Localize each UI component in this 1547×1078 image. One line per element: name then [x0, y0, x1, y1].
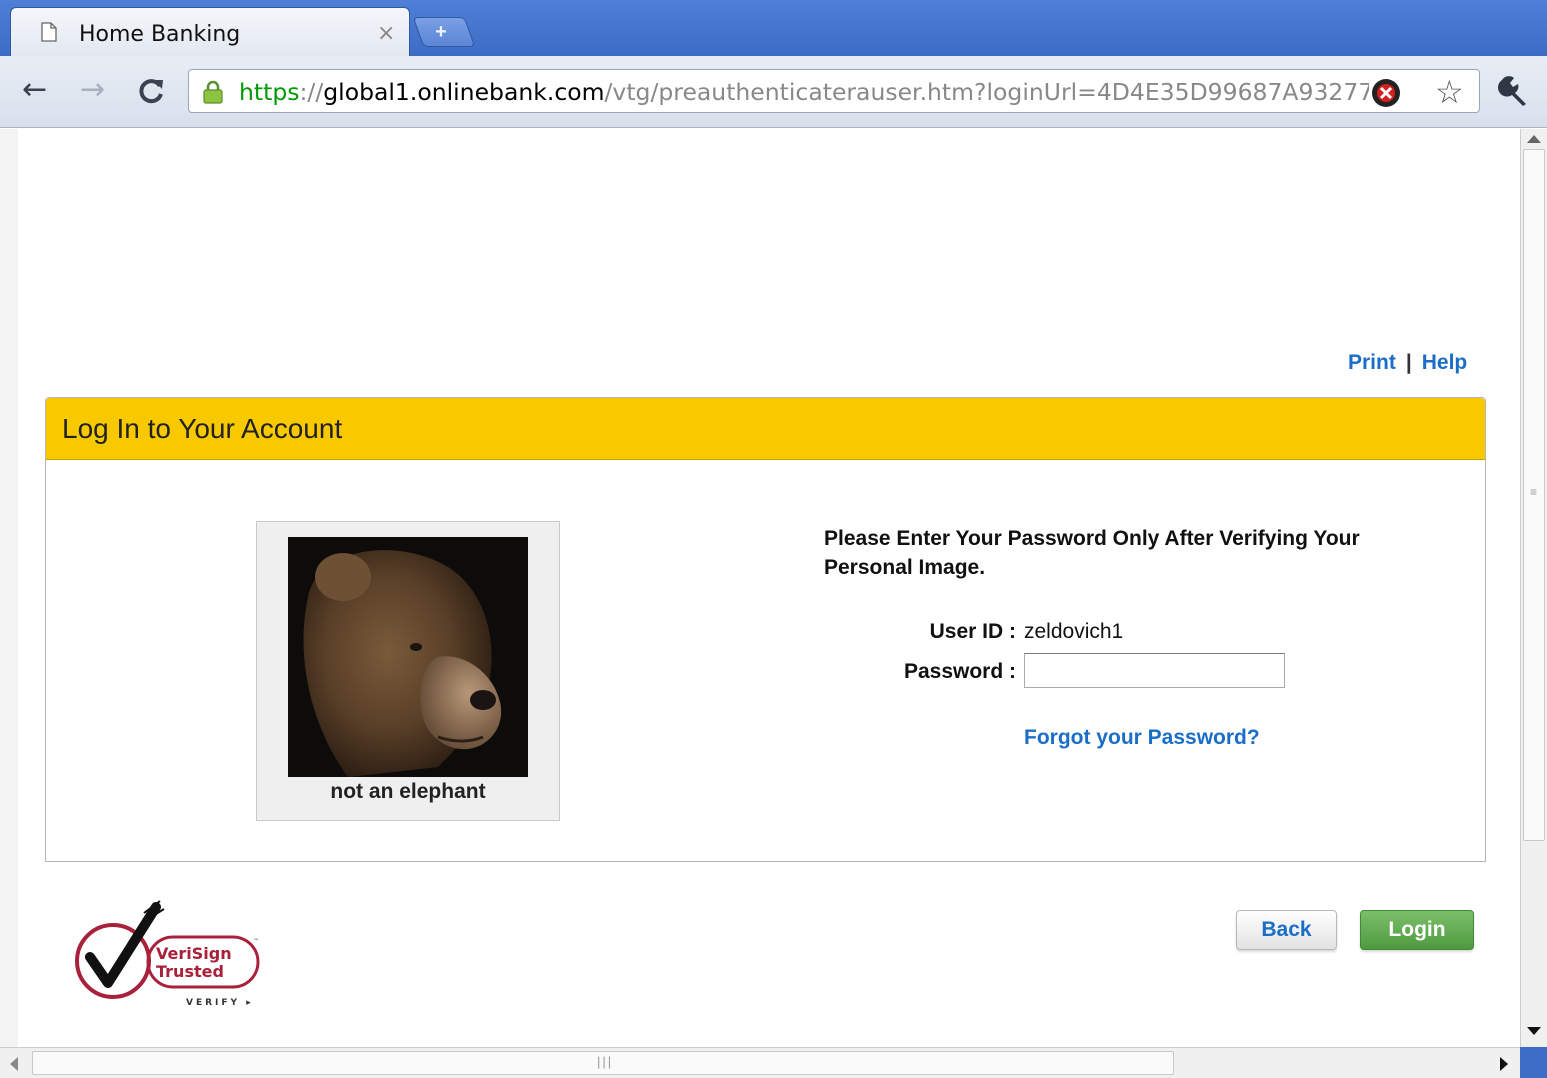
- scrollbar-corner: [1520, 1047, 1547, 1078]
- url-host: global1.onlinebank.com: [323, 78, 605, 106]
- top-links: Print | Help: [1348, 351, 1467, 375]
- password-field[interactable]: [1024, 653, 1285, 688]
- back-arrow-icon[interactable]: ←: [22, 72, 47, 108]
- page-title: Log In to Your Account: [62, 413, 343, 444]
- link-separator: |: [1405, 351, 1412, 374]
- reload-icon[interactable]: [136, 72, 166, 115]
- url-text: https://global1.onlinebank.com/vtg/preau…: [239, 78, 1369, 106]
- url-path: /vtg/preauthenticaterauser.htm?loginUrl=…: [604, 78, 1369, 106]
- personal-image: [288, 537, 528, 777]
- stop-icon[interactable]: [1371, 78, 1401, 108]
- forward-arrow-icon[interactable]: →: [80, 72, 105, 108]
- password-label: Password :: [903, 660, 1016, 683]
- svg-text:Trusted: Trusted: [156, 962, 224, 981]
- tab-title: Home Banking: [79, 22, 241, 47]
- scroll-left-icon[interactable]: [10, 1057, 18, 1071]
- help-link[interactable]: Help: [1422, 351, 1468, 374]
- star-icon[interactable]: ☆: [1435, 73, 1464, 111]
- address-bar[interactable]: https://global1.onlinebank.com/vtg/preau…: [188, 69, 1480, 113]
- grip-icon: |||: [597, 1054, 614, 1069]
- horizontal-scroll-thumb[interactable]: |||: [32, 1051, 1174, 1075]
- horizontal-scrollbar[interactable]: |||: [0, 1047, 1520, 1078]
- back-button[interactable]: Back: [1236, 910, 1337, 950]
- svg-text:VERIFY ▸: VERIFY ▸: [186, 998, 254, 1008]
- grip-icon: ≡: [1530, 485, 1538, 499]
- scroll-right-icon[interactable]: [1500, 1057, 1508, 1071]
- vertical-scroll-thumb[interactable]: ≡: [1523, 149, 1545, 841]
- svg-text:™: ™: [253, 938, 259, 945]
- wrench-icon[interactable]: [1496, 72, 1532, 108]
- verisign-trusted-seal[interactable]: VeriSign Trusted ™ VERIFY ▸: [68, 899, 268, 1011]
- browser-toolbar: ← → https://global1.onlinebank.com/vtg/p…: [0, 56, 1547, 128]
- tab-strip: Home Banking × +: [0, 0, 1547, 56]
- instructions-text: Please Enter Your Password Only After Ve…: [824, 527, 1360, 579]
- login-button[interactable]: Login: [1360, 910, 1474, 950]
- plus-icon: +: [435, 21, 447, 43]
- url-separator: ://: [299, 78, 324, 106]
- user-id-value: zeldovich1: [1024, 620, 1124, 643]
- url-scheme: https: [239, 78, 300, 106]
- image-caption: not an elephant: [330, 780, 486, 803]
- login-panel: Log In to Your Account not an elephant P…: [45, 397, 1486, 862]
- document-icon: [41, 22, 57, 42]
- svg-text:VeriSign: VeriSign: [156, 944, 232, 963]
- close-tab-icon[interactable]: ×: [377, 21, 395, 46]
- scroll-down-icon[interactable]: [1527, 1027, 1541, 1035]
- web-page: Print | Help Log In to Your Account not …: [0, 129, 1520, 1047]
- print-link[interactable]: Print: [1348, 351, 1396, 374]
- scroll-up-icon[interactable]: [1527, 135, 1541, 143]
- personal-image-frame: not an elephant: [256, 521, 560, 821]
- browser-tab[interactable]: Home Banking ×: [10, 7, 410, 56]
- login-panel-header: Log In to Your Account: [46, 398, 1485, 460]
- forgot-password-link[interactable]: Forgot your Password?: [1024, 726, 1260, 750]
- vertical-scrollbar[interactable]: ≡: [1520, 129, 1547, 1047]
- new-tab-button[interactable]: +: [412, 17, 476, 47]
- user-id-label: User ID :: [929, 620, 1016, 643]
- lock-icon: [203, 80, 223, 104]
